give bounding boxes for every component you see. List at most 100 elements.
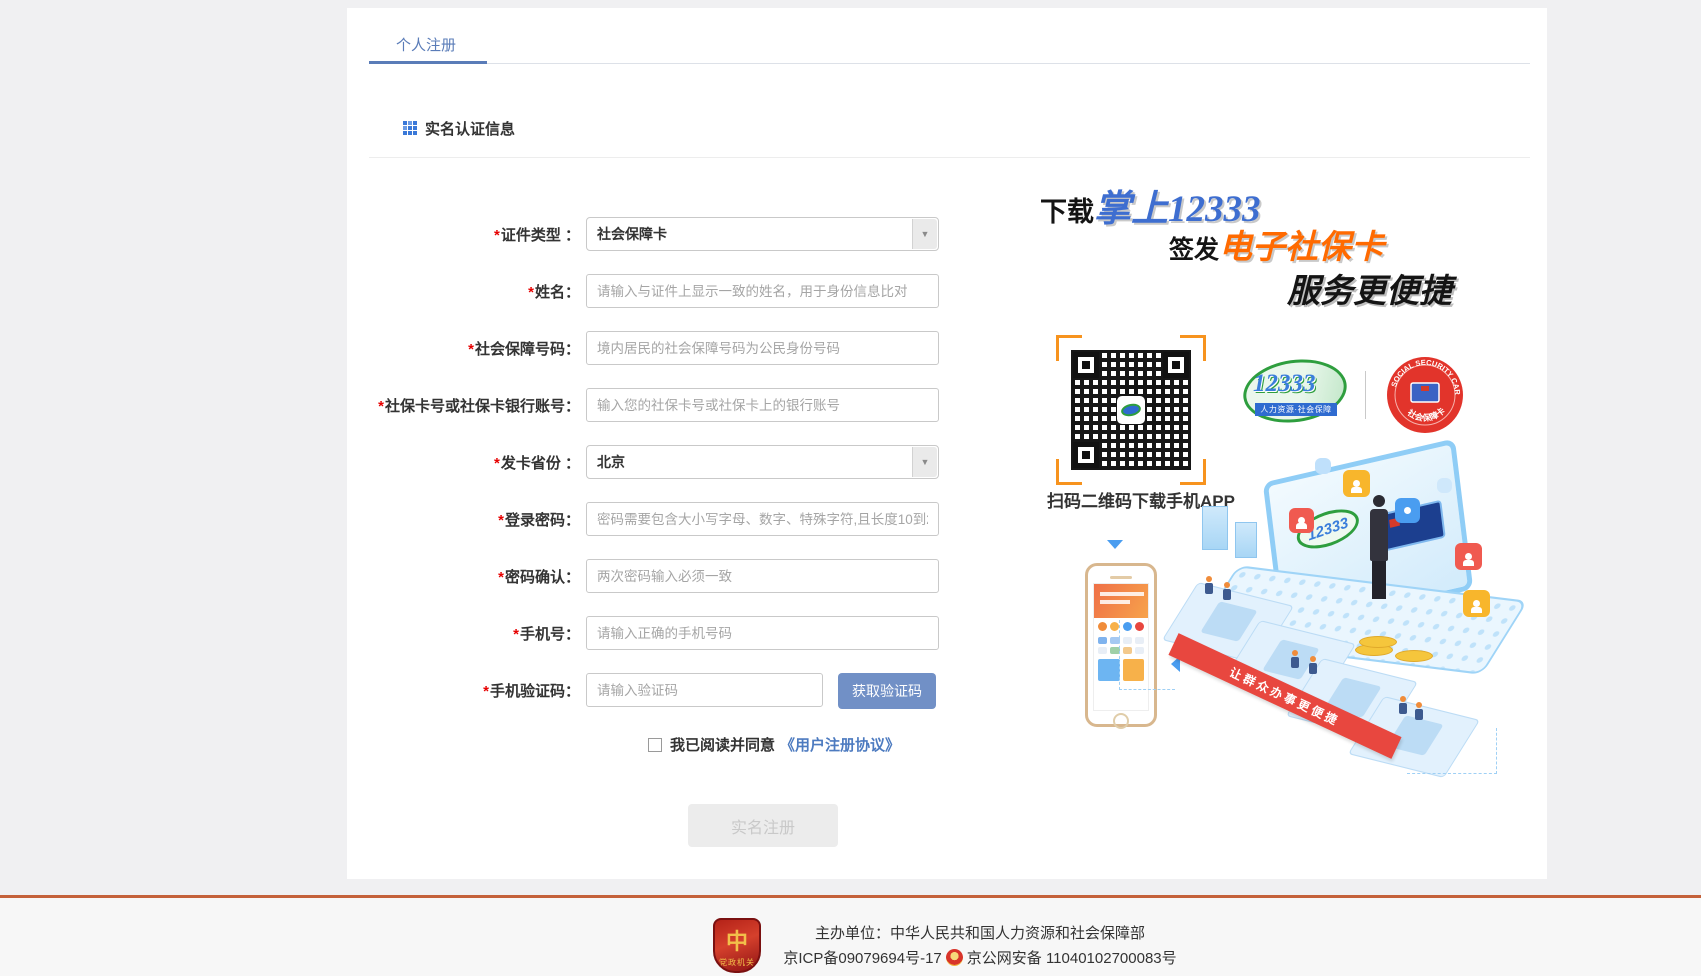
cert-type-select[interactable]: 社会保障卡 ▼ <box>586 217 939 251</box>
ssn-input[interactable] <box>586 331 939 365</box>
mini-person-figure <box>1399 696 1407 714</box>
footer-icp: 京ICP备09079694号-17 <box>783 947 941 968</box>
section-divider <box>369 157 1530 158</box>
qr-center-logo <box>1117 396 1145 424</box>
chevron-down-icon[interactable]: ▼ <box>912 219 937 249</box>
blue-tile-icon <box>1437 478 1452 493</box>
logo-12333: 12333 人力资源·社会保障 <box>1243 360 1347 422</box>
footer: 中 党政机关 主办单位：中华人民共和国人力资源和社会保障部 京ICP备09079… <box>0 898 1701 976</box>
blue-tile-icon <box>1315 458 1331 474</box>
required-asterisk: * <box>483 683 489 700</box>
cert-type-value: 社会保障卡 <box>597 224 667 244</box>
qr-code-block <box>1056 335 1206 485</box>
cert-type-label: 证件类型 ： <box>501 227 580 244</box>
field-row-name: *姓名： <box>347 273 939 309</box>
cube-shape <box>1202 506 1228 550</box>
agreement-row: 我已阅读并同意 《用户注册协议》 <box>648 734 900 755</box>
province-select[interactable]: 北京 ▼ <box>586 445 939 479</box>
agreement-text: 我已阅读并同意 <box>670 734 775 755</box>
person-figure <box>1362 495 1396 603</box>
required-asterisk: * <box>498 512 504 529</box>
required-asterisk: * <box>494 455 500 472</box>
phone-label: 手机号： <box>520 626 580 643</box>
phone-speaker <box>1110 576 1132 579</box>
user-agreement-link[interactable]: 《用户注册协议》 <box>780 734 900 755</box>
tab-active-underline <box>369 61 487 64</box>
promo-line2-prefix: 签发 <box>1169 236 1219 264</box>
person-app-icon <box>1343 470 1370 497</box>
gov-badge-emblem: 中 <box>715 924 759 956</box>
footer-organizer: 主办单位：中华人民共和国人力资源和社会保障部 <box>770 922 1190 943</box>
camera-app-icon <box>1395 498 1420 523</box>
promo-title-line2: 签发电子社保卡 <box>1169 220 1384 268</box>
field-row-sms-code: *手机验证码： 获取验证码 <box>347 672 823 708</box>
person-app-icon <box>1463 590 1490 617</box>
tabbar-divider <box>369 63 1530 64</box>
tab-personal-registration[interactable]: 个人注册 <box>396 34 456 55</box>
cube-shape <box>1235 522 1257 558</box>
field-row-password: *登录密码： <box>347 501 939 537</box>
required-asterisk: * <box>513 626 519 643</box>
registration-card: 个人注册 实名认证信息 *证件类型 ： 社会保障卡 ▼ *姓名： *社会保障号码… <box>347 8 1547 879</box>
field-row-confirm-password: *密码确认： <box>347 558 939 594</box>
dashed-connector <box>1119 620 1175 690</box>
qr-code <box>1071 350 1191 470</box>
phone-app-header <box>1094 584 1148 618</box>
promo-title-line3: 服务更便捷 <box>1287 264 1452 312</box>
gov-badge: 中 党政机关 <box>713 918 761 973</box>
field-row-province: *发卡省份 ： 北京 ▼ <box>347 444 939 480</box>
seal-card <box>1411 383 1439 402</box>
qr-finder-icon <box>1073 442 1099 468</box>
gov-badge-label: 党政机关 <box>715 957 759 968</box>
dashed-connector <box>1407 728 1497 774</box>
chevron-down-icon[interactable]: ▼ <box>912 447 937 477</box>
grid-icon <box>403 121 418 136</box>
footer-registration-line: 京ICP备09079694号-17 京公网安备 11040102700083号 <box>770 947 1190 968</box>
mini-person-figure <box>1415 702 1423 720</box>
section-title: 实名认证信息 <box>425 118 515 139</box>
footer-police[interactable]: 京公网安备 11040102700083号 <box>967 947 1177 968</box>
social-security-seal: SOCIAL SECURITY CARD 社会保障卡 <box>1385 355 1465 435</box>
get-code-button[interactable]: 获取验证码 <box>838 673 936 709</box>
promo-line2-highlight: 电子社保卡 <box>1219 230 1384 266</box>
promo-line3-text: 服务更便捷 <box>1287 272 1452 309</box>
promo-line1-prefix: 下载 <box>1040 197 1094 227</box>
required-asterisk: * <box>378 398 384 415</box>
triangle-down-icon <box>1107 540 1123 549</box>
card-number-label: 社保卡号或社保卡银行账号： <box>385 398 580 415</box>
qr-finder-icon <box>1163 352 1189 378</box>
coin-icon <box>1395 650 1433 662</box>
person-app-icon <box>1289 508 1314 533</box>
ssn-label: 社会保障号码： <box>475 341 580 358</box>
logo-12333-number: 12333 <box>1253 370 1316 398</box>
mini-person-figure <box>1291 650 1299 668</box>
name-label: 姓名： <box>535 284 580 301</box>
password-input[interactable] <box>586 502 939 536</box>
qr-finder-icon <box>1073 352 1099 378</box>
mini-person-figure <box>1205 576 1213 594</box>
vertical-divider <box>1365 371 1366 419</box>
province-value: 北京 <box>597 452 625 472</box>
name-input[interactable] <box>586 274 939 308</box>
required-asterisk: * <box>468 341 474 358</box>
field-row-cert-type: *证件类型 ： 社会保障卡 ▼ <box>347 216 939 252</box>
section-header: 实名认证信息 <box>403 118 515 139</box>
required-asterisk: * <box>528 284 534 301</box>
required-asterisk: * <box>498 569 504 586</box>
phone-input[interactable] <box>586 616 939 650</box>
confirm-password-input[interactable] <box>586 559 939 593</box>
field-row-card-number: *社保卡号或社保卡银行账号： <box>347 387 939 423</box>
phone-home-button <box>1113 713 1129 729</box>
sms-code-label: 手机验证码： <box>490 683 580 700</box>
person-app-icon <box>1455 543 1482 570</box>
register-button[interactable]: 实名注册 <box>688 804 838 847</box>
mini-person-figure <box>1223 582 1231 600</box>
password-label: 登录密码： <box>505 512 580 529</box>
agreement-checkbox[interactable] <box>648 738 662 752</box>
logo-12333-banner: 人力资源·社会保障 <box>1255 403 1337 416</box>
card-number-input[interactable] <box>586 388 939 422</box>
police-badge-icon <box>946 949 963 966</box>
field-row-phone: *手机号： <box>347 615 939 651</box>
sms-code-input[interactable] <box>586 673 823 707</box>
mini-person-figure <box>1309 656 1317 674</box>
